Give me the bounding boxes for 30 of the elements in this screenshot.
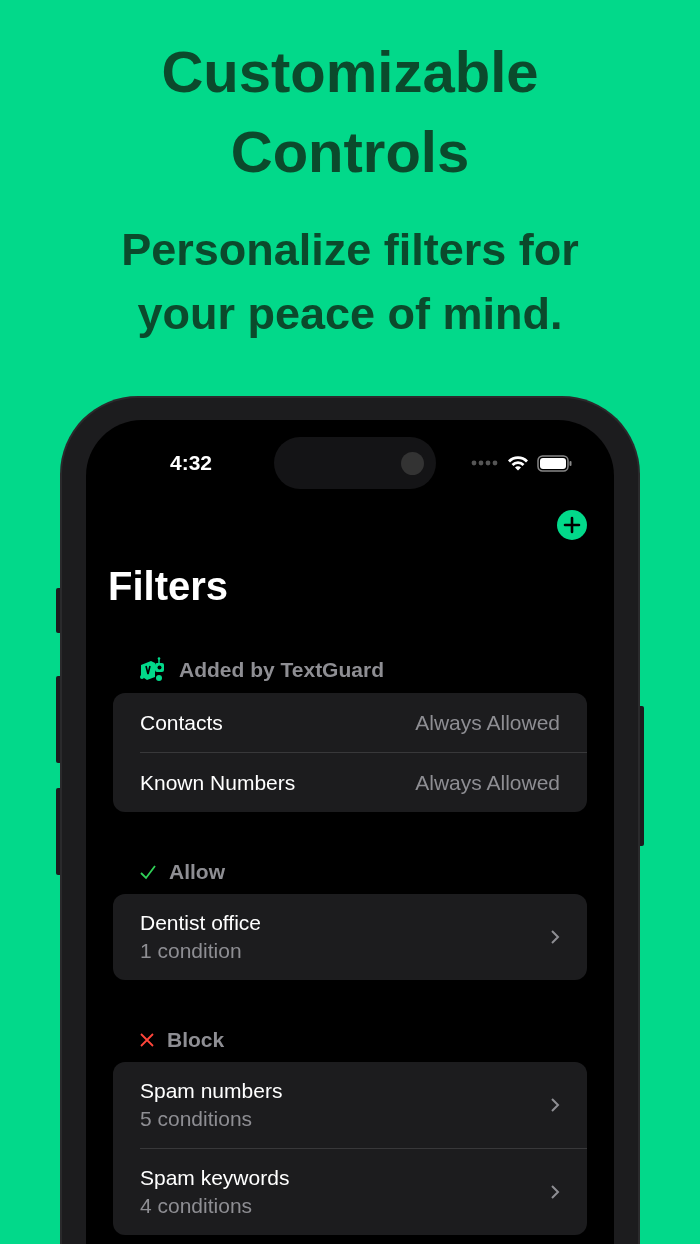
robot-icon (139, 657, 167, 683)
chevron-icon (550, 929, 560, 945)
subheadline: Personalize filters for your peace of mind. (120, 223, 580, 341)
section-header: Added by TextGuard (179, 658, 384, 682)
row-value: Always Allowed (415, 770, 560, 795)
signal-icon (471, 460, 499, 466)
row-value: Always Allowed (415, 710, 560, 735)
wifi-icon (507, 455, 529, 471)
filter-row[interactable]: Dentist office 1 condition (140, 894, 587, 980)
row-label: Dentist office (140, 911, 261, 935)
row-label: Spam keywords (140, 1166, 290, 1190)
filter-row[interactable]: Spam numbers 5 conditions (140, 1062, 587, 1148)
section-header: Block (167, 1028, 225, 1052)
check-icon (139, 864, 157, 880)
section-header: Allow (169, 860, 225, 884)
filter-row[interactable]: Spam keywords 4 conditions (140, 1148, 587, 1235)
chevron-icon (550, 1097, 560, 1113)
row-label: Contacts (140, 710, 223, 735)
cross-icon (139, 1032, 155, 1048)
chevron-icon (550, 1184, 560, 1200)
row-label: Known Numbers (140, 770, 296, 795)
row-detail: 5 conditions (140, 1107, 254, 1131)
row-label: Spam numbers (140, 1079, 283, 1103)
screen-title: Filters (108, 564, 230, 609)
add-icon[interactable] (557, 510, 587, 540)
status-time: 4:32 (169, 451, 213, 475)
row-detail: 4 conditions (140, 1194, 254, 1218)
battery-icon (537, 454, 573, 472)
headline: Customizable Controls (160, 38, 540, 186)
row-detail: 1 condition (140, 939, 243, 963)
